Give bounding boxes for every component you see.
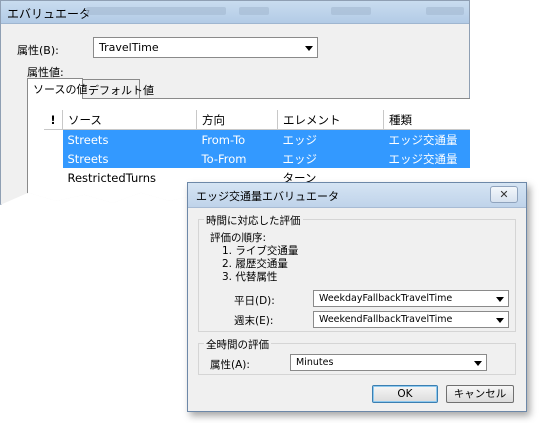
close-icon: ✕ xyxy=(499,188,509,201)
blurred-title-text xyxy=(426,7,464,15)
cell-type: エッジ交通量 xyxy=(383,149,470,168)
cell-element: エッジ xyxy=(277,149,384,168)
chevron-down-icon xyxy=(474,360,482,366)
weekend-attribute-dropdown[interactable]: WeekendFallbackTravelTime xyxy=(313,311,509,328)
cancel-button[interactable]: キャンセル xyxy=(446,385,514,403)
chevron-down-icon xyxy=(496,296,504,302)
order-item: 3. 代替属性 xyxy=(222,271,278,283)
cell-source: Streets xyxy=(62,129,197,149)
group-title: 時間に対応した評価 xyxy=(204,213,303,228)
chevron-down-icon xyxy=(305,45,313,51)
group-title: 全時間の評価 xyxy=(204,337,271,352)
all-time-dropdown-value: Minutes xyxy=(296,357,334,368)
weekday-label: 平日(D): xyxy=(234,295,275,307)
chevron-down-icon xyxy=(496,317,504,323)
cell-direction: From-To xyxy=(196,129,278,149)
weekday-attribute-dropdown[interactable]: WeekdayFallbackTravelTime xyxy=(313,290,509,307)
cell-source: Streets xyxy=(62,149,197,168)
column-header-source[interactable]: ソース xyxy=(62,110,197,130)
weekend-label: 週末(E): xyxy=(234,315,274,327)
table-row[interactable]: Streets From-To エッジ エッジ交通量 xyxy=(44,129,470,149)
blurred-title-text xyxy=(331,7,371,15)
attribute-evaluator-window: エバリュエータ 属性(B): TravelTime 属性値: ソースの値 デフォ… xyxy=(0,0,470,205)
cell-direction: To-From xyxy=(196,149,278,168)
table-row[interactable]: Streets To-From エッジ エッジ交通量 xyxy=(44,149,470,168)
column-header-type[interactable]: 種類 xyxy=(383,110,470,130)
cell-source: RestrictedTurns xyxy=(67,170,157,185)
window-titlebar[interactable]: エバリュエータ xyxy=(1,1,469,24)
tab-source-values[interactable]: ソースの値 xyxy=(27,78,87,99)
close-button[interactable]: ✕ xyxy=(490,186,518,203)
table-header-row: ! ソース 方向 エレメント 種類 xyxy=(44,110,470,130)
attribute-dropdown-value: TravelTime xyxy=(99,41,159,54)
dialog-titlebar[interactable]: エッジ交通量エバリュエータ ✕ xyxy=(188,183,526,208)
weekday-dropdown-value: WeekdayFallbackTravelTime xyxy=(319,293,453,304)
all-time-attribute-dropdown[interactable]: Minutes xyxy=(290,354,487,371)
all-time-attribute-label: 属性(A): xyxy=(210,359,250,371)
attribute-dropdown[interactable]: TravelTime xyxy=(93,37,318,58)
column-header-direction[interactable]: 方向 xyxy=(196,110,278,130)
edge-traffic-evaluator-dialog: エッジ交通量エバリュエータ ✕ 時間に対応した評価 評価の順序: 1. ライブ交… xyxy=(187,182,527,412)
row-warning-cell xyxy=(44,168,63,187)
attribute-label: 属性(B): xyxy=(17,44,59,57)
row-warning-cell xyxy=(44,129,63,149)
tab-default-values[interactable]: デフォルト値 xyxy=(82,79,154,98)
column-header-element[interactable]: エレメント xyxy=(277,110,384,130)
window-title: エバリュエータ xyxy=(7,7,92,21)
dialog-title: エッジ交通量エバリュエータ xyxy=(196,190,339,203)
column-header-warning[interactable]: ! xyxy=(44,110,63,130)
cell-element: エッジ xyxy=(277,129,384,149)
ok-button[interactable]: OK xyxy=(372,385,438,403)
weekend-dropdown-value: WeekendFallbackTravelTime xyxy=(319,314,453,325)
cell-type: エッジ交通量 xyxy=(383,129,470,149)
row-warning-cell xyxy=(44,149,63,168)
blurred-title-text xyxy=(86,7,226,15)
blurred-title-text xyxy=(239,7,269,15)
evaluator-table: ! ソース 方向 エレメント 種類 Streets From-To エッジ エッ… xyxy=(44,110,470,187)
